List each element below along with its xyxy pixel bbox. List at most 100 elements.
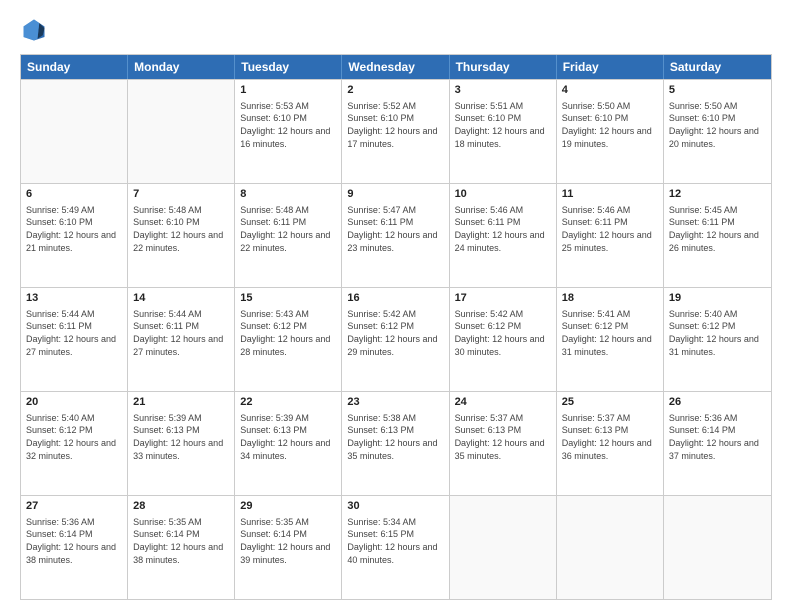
calendar-body: 1Sunrise: 5:53 AM Sunset: 6:10 PM Daylig… xyxy=(21,79,771,599)
cell-info: Sunrise: 5:44 AM Sunset: 6:11 PM Dayligh… xyxy=(26,308,122,358)
day-number: 12 xyxy=(669,187,766,202)
day-number: 18 xyxy=(562,291,658,306)
day-number: 2 xyxy=(347,83,443,98)
cell-info: Sunrise: 5:44 AM Sunset: 6:11 PM Dayligh… xyxy=(133,308,229,358)
day-number: 7 xyxy=(133,187,229,202)
day-header-thursday: Thursday xyxy=(450,55,557,79)
cell-info: Sunrise: 5:46 AM Sunset: 6:11 PM Dayligh… xyxy=(455,204,551,254)
day-number: 22 xyxy=(240,395,336,410)
day-cell-28: 28 Sunrise: 5:35 AM Sunset: 6:14 PM Dayli… xyxy=(128,496,235,599)
cell-info: Sunrise: 5:51 AM Sunset: 6:10 PM Dayligh… xyxy=(455,100,551,150)
day-cell-15: 15Sunrise: 5:43 AM Sunset: 6:12 PM Dayli… xyxy=(235,288,342,391)
day-cell-4: 4 Sunrise: 5:50 AM Sunset: 6:10 PM Daylig… xyxy=(557,80,664,183)
day-cell-27: 27 Sunrise: 5:36 AM Sunset: 6:14 PM Dayli… xyxy=(21,496,128,599)
day-number: 14 xyxy=(133,291,229,306)
cell-info: Sunrise: 5:45 AM Sunset: 6:11 PM Dayligh… xyxy=(669,204,766,254)
logo xyxy=(20,16,52,44)
day-number: 29 xyxy=(240,499,336,514)
cell-info: Sunrise: 5:50 AM Sunset: 6:10 PM Dayligh… xyxy=(562,100,658,150)
cell-info: Sunrise: 5:48 AM Sunset: 6:10 PM Dayligh… xyxy=(133,204,229,254)
day-number: 1 xyxy=(240,83,336,98)
cell-info: Sunrise: 5:49 AM Sunset: 6:10 PM Dayligh… xyxy=(26,204,122,254)
day-header-saturday: Saturday xyxy=(664,55,771,79)
week-row-3: 13 Sunrise: 5:44 AM Sunset: 6:11 PM Dayli… xyxy=(21,287,771,391)
day-number: 27 xyxy=(26,499,122,514)
cell-info: Sunrise: 5:39 AM Sunset: 6:13 PM Dayligh… xyxy=(133,412,229,462)
cell-info: Sunrise: 5:35 AM Sunset: 6:14 PM Dayligh… xyxy=(240,516,336,566)
day-cell-29: 29 Sunrise: 5:35 AM Sunset: 6:14 PM Dayli… xyxy=(235,496,342,599)
day-number: 13 xyxy=(26,291,122,306)
day-number: 24 xyxy=(455,395,551,410)
day-number: 21 xyxy=(133,395,229,410)
cell-info: Sunrise: 5:48 AM Sunset: 6:11 PM Dayligh… xyxy=(240,204,336,254)
day-header-friday: Friday xyxy=(557,55,664,79)
day-number: 9 xyxy=(347,187,443,202)
empty-cell xyxy=(664,496,771,599)
day-number: 11 xyxy=(562,187,658,202)
day-cell-17: 17 Sunrise: 5:42 AM Sunset: 6:12 PM Dayli… xyxy=(450,288,557,391)
day-header-tuesday: Tuesday xyxy=(235,55,342,79)
day-header-monday: Monday xyxy=(128,55,235,79)
cell-info: Sunrise: 5:39 AM Sunset: 6:13 PM Dayligh… xyxy=(240,412,336,462)
cell-info: Sunrise: 5:36 AM Sunset: 6:14 PM Dayligh… xyxy=(26,516,122,566)
cell-info: Sunrise: 5:38 AM Sunset: 6:13 PM Dayligh… xyxy=(347,412,443,462)
day-number: 15 xyxy=(240,291,336,306)
cell-info: Sunrise: 5:42 AM Sunset: 6:12 PM Dayligh… xyxy=(347,308,443,358)
cell-info: Sunrise: 5:35 AM Sunset: 6:14 PM Dayligh… xyxy=(133,516,229,566)
cell-info: Sunrise: 5:40 AM Sunset: 6:12 PM Dayligh… xyxy=(26,412,122,462)
day-number: 4 xyxy=(562,83,658,98)
day-cell-22: 22 Sunrise: 5:39 AM Sunset: 6:13 PM Dayli… xyxy=(235,392,342,495)
header xyxy=(20,16,772,44)
day-number: 26 xyxy=(669,395,766,410)
empty-cell xyxy=(450,496,557,599)
day-cell-11: 11 Sunrise: 5:46 AM Sunset: 6:11 PM Dayli… xyxy=(557,184,664,287)
day-cell-18: 18 Sunrise: 5:41 AM Sunset: 6:12 PM Dayli… xyxy=(557,288,664,391)
day-cell-8: 8Sunrise: 5:48 AM Sunset: 6:11 PM Daylig… xyxy=(235,184,342,287)
day-cell-21: 21 Sunrise: 5:39 AM Sunset: 6:13 PM Dayli… xyxy=(128,392,235,495)
day-cell-2: 2 Sunrise: 5:52 AM Sunset: 6:10 PM Daylig… xyxy=(342,80,449,183)
calendar-header: SundayMondayTuesdayWednesdayThursdayFrid… xyxy=(21,55,771,79)
day-cell-26: 26 Sunrise: 5:36 AM Sunset: 6:14 PM Dayli… xyxy=(664,392,771,495)
logo-icon xyxy=(20,16,48,44)
cell-info: Sunrise: 5:46 AM Sunset: 6:11 PM Dayligh… xyxy=(562,204,658,254)
week-row-1: 1Sunrise: 5:53 AM Sunset: 6:10 PM Daylig… xyxy=(21,79,771,183)
cell-info: Sunrise: 5:36 AM Sunset: 6:14 PM Dayligh… xyxy=(669,412,766,462)
day-number: 6 xyxy=(26,187,122,202)
day-number: 23 xyxy=(347,395,443,410)
day-number: 10 xyxy=(455,187,551,202)
cell-info: Sunrise: 5:37 AM Sunset: 6:13 PM Dayligh… xyxy=(562,412,658,462)
day-cell-3: 3 Sunrise: 5:51 AM Sunset: 6:10 PM Daylig… xyxy=(450,80,557,183)
day-number: 3 xyxy=(455,83,551,98)
day-cell-24: 24 Sunrise: 5:37 AM Sunset: 6:13 PM Dayli… xyxy=(450,392,557,495)
cell-info: Sunrise: 5:41 AM Sunset: 6:12 PM Dayligh… xyxy=(562,308,658,358)
page: SundayMondayTuesdayWednesdayThursdayFrid… xyxy=(0,0,792,612)
week-row-2: 6 Sunrise: 5:49 AM Sunset: 6:10 PM Daylig… xyxy=(21,183,771,287)
cell-info: Sunrise: 5:47 AM Sunset: 6:11 PM Dayligh… xyxy=(347,204,443,254)
day-cell-14: 14 Sunrise: 5:44 AM Sunset: 6:11 PM Dayli… xyxy=(128,288,235,391)
day-cell-13: 13 Sunrise: 5:44 AM Sunset: 6:11 PM Dayli… xyxy=(21,288,128,391)
week-row-5: 27 Sunrise: 5:36 AM Sunset: 6:14 PM Dayli… xyxy=(21,495,771,599)
day-number: 30 xyxy=(347,499,443,514)
day-number: 28 xyxy=(133,499,229,514)
cell-info: Sunrise: 5:42 AM Sunset: 6:12 PM Dayligh… xyxy=(455,308,551,358)
day-header-sunday: Sunday xyxy=(21,55,128,79)
day-cell-1: 1Sunrise: 5:53 AM Sunset: 6:10 PM Daylig… xyxy=(235,80,342,183)
day-number: 16 xyxy=(347,291,443,306)
week-row-4: 20Sunrise: 5:40 AM Sunset: 6:12 PM Dayli… xyxy=(21,391,771,495)
day-cell-6: 6 Sunrise: 5:49 AM Sunset: 6:10 PM Daylig… xyxy=(21,184,128,287)
day-cell-10: 10 Sunrise: 5:46 AM Sunset: 6:11 PM Dayli… xyxy=(450,184,557,287)
day-cell-16: 16 Sunrise: 5:42 AM Sunset: 6:12 PM Dayli… xyxy=(342,288,449,391)
cell-info: Sunrise: 5:50 AM Sunset: 6:10 PM Dayligh… xyxy=(669,100,766,150)
day-number: 17 xyxy=(455,291,551,306)
day-cell-12: 12 Sunrise: 5:45 AM Sunset: 6:11 PM Dayli… xyxy=(664,184,771,287)
day-cell-5: 5Sunrise: 5:50 AM Sunset: 6:10 PM Daylig… xyxy=(664,80,771,183)
day-cell-7: 7 Sunrise: 5:48 AM Sunset: 6:10 PM Daylig… xyxy=(128,184,235,287)
cell-info: Sunrise: 5:52 AM Sunset: 6:10 PM Dayligh… xyxy=(347,100,443,150)
day-cell-19: 19Sunrise: 5:40 AM Sunset: 6:12 PM Dayli… xyxy=(664,288,771,391)
day-header-wednesday: Wednesday xyxy=(342,55,449,79)
day-cell-20: 20Sunrise: 5:40 AM Sunset: 6:12 PM Dayli… xyxy=(21,392,128,495)
cell-info: Sunrise: 5:40 AM Sunset: 6:12 PM Dayligh… xyxy=(669,308,766,358)
calendar: SundayMondayTuesdayWednesdayThursdayFrid… xyxy=(20,54,772,600)
day-cell-9: 9 Sunrise: 5:47 AM Sunset: 6:11 PM Daylig… xyxy=(342,184,449,287)
cell-info: Sunrise: 5:37 AM Sunset: 6:13 PM Dayligh… xyxy=(455,412,551,462)
